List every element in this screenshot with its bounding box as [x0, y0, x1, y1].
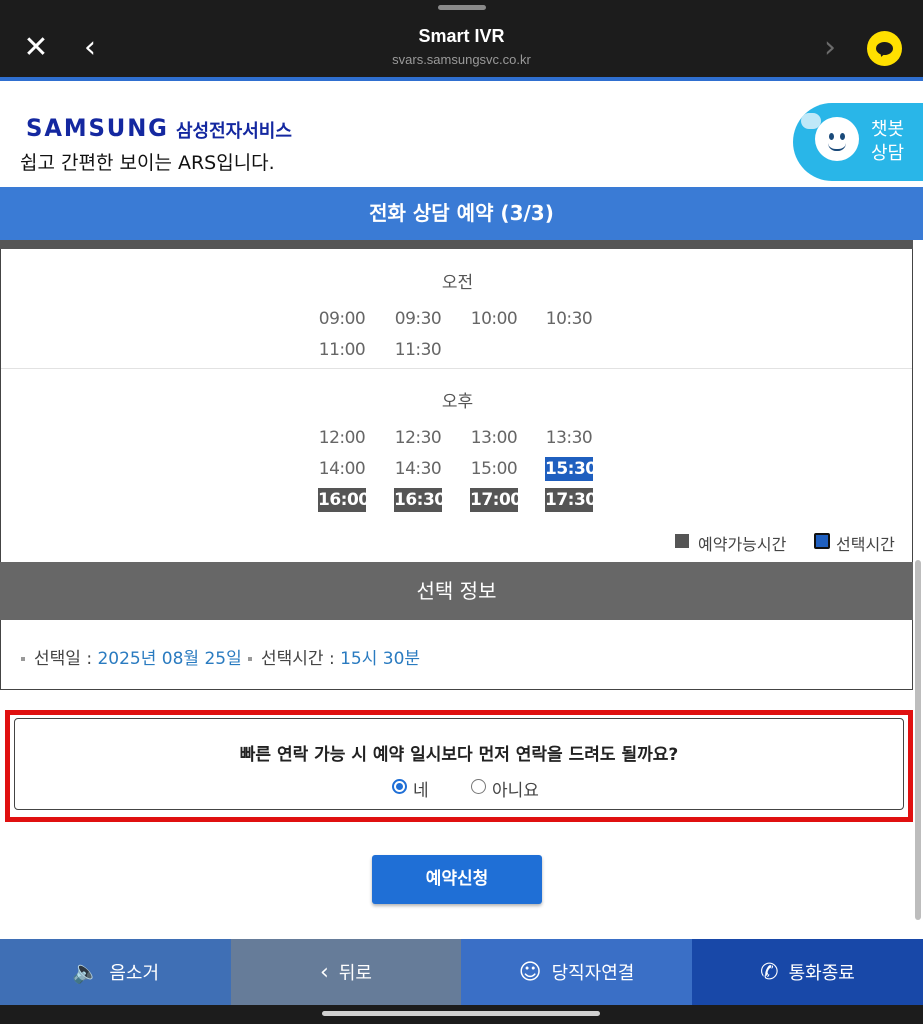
- early-contact-question-highlight: 빠른 연락 가능 시 예약 일시보다 먼저 연락을 드려도 될까요? 네 아니요: [5, 710, 913, 822]
- mute-button[interactable]: 🔈 음소거: [0, 939, 231, 1005]
- end-call-label: 통화종료: [788, 963, 855, 984]
- time-slot-1030: 10:30: [545, 309, 593, 329]
- yes-label: 네: [413, 781, 429, 801]
- section-title: 전화 상담 예약 (3/3): [0, 187, 923, 240]
- agent-icon: ☺: [518, 959, 542, 985]
- bottom-action-bar: 🔈 음소거 ‹ 뒤로 ☺ 당직자연결 ✆ 통화종료: [0, 939, 923, 1005]
- pm-label: 오후: [441, 392, 474, 412]
- logo-subtitle: 삼성전자서비스: [176, 121, 292, 142]
- connect-agent-label: 당직자연결: [551, 963, 635, 984]
- bullet-icon: [21, 657, 25, 661]
- selection-info-panel: 선택일 : 2025년 08월 25일 선택시간 : 15시 30분: [0, 620, 913, 690]
- question-text: 빠른 연락 가능 시 예약 일시보다 먼저 연락을 드려도 될까요?: [239, 745, 679, 765]
- chevron-right-icon[interactable]: ›: [812, 30, 848, 66]
- am-label: 오전: [441, 273, 474, 293]
- time-slot-1230: 12:30: [394, 428, 442, 448]
- kakaotalk-icon[interactable]: [867, 31, 902, 66]
- tagline: 쉽고 간편한 보이는 ARS입니다.: [20, 152, 275, 174]
- chatbot-label: 챗봇 상담: [871, 119, 905, 164]
- early-contact-question-box: 빠른 연락 가능 시 예약 일시보다 먼저 연락을 드려도 될까요? 네 아니요: [14, 718, 904, 810]
- period-divider: [1, 368, 912, 369]
- time-slot-1600[interactable]: 16:00: [318, 488, 370, 512]
- browser-top-bar: ✕ ‹ Smart IVR svars.samsungsvc.co.kr ›: [0, 0, 923, 77]
- browser-title: Smart IVR: [418, 26, 505, 46]
- end-call-button[interactable]: ✆ 통화종료: [692, 939, 923, 1005]
- selected-date-value: 2025년 08월 25일: [97, 649, 242, 669]
- browser-url: svars.samsungsvc.co.kr: [392, 52, 531, 67]
- time-slot-1200: 12:00: [318, 428, 366, 448]
- connect-agent-button[interactable]: ☺ 당직자연결: [461, 939, 692, 1005]
- top-accent-line: [0, 77, 923, 81]
- selected-date: 선택일 : 2025년 08월 25일: [21, 644, 242, 669]
- back-button[interactable]: ‹ 뒤로: [231, 939, 461, 1005]
- hang-up-icon: ✆: [760, 959, 779, 985]
- time-slot-1430: 14:30: [394, 459, 442, 479]
- chatbot-face-icon: [815, 117, 859, 161]
- selected-time-value: 15시 30분: [340, 649, 421, 669]
- time-slot-0900: 09:00: [318, 309, 366, 329]
- radio-unchecked-icon[interactable]: [471, 779, 486, 794]
- time-slot-1000: 10:00: [470, 309, 518, 329]
- time-slot-1630[interactable]: 16:30: [394, 488, 446, 512]
- radio-checked-icon[interactable]: [392, 779, 407, 794]
- selected-time: 선택시간 : 15시 30분: [248, 644, 420, 669]
- selected-legend-swatch: [814, 533, 830, 549]
- legend-selected: 선택시간: [836, 535, 895, 554]
- sheet-grabber[interactable]: [438, 5, 486, 10]
- home-indicator[interactable]: [322, 1011, 600, 1016]
- time-slot-1530[interactable]: 15:30: [545, 457, 597, 481]
- scrollbar[interactable]: [915, 560, 921, 920]
- available-legend-swatch: [675, 534, 689, 548]
- back-label: 뒤로: [338, 963, 372, 984]
- mute-label: 음소거: [109, 963, 160, 984]
- speaker-icon: 🔈: [71, 959, 100, 985]
- divider: [0, 240, 913, 249]
- bullet-icon: [248, 657, 252, 661]
- time-slot-1730[interactable]: 17:30: [545, 488, 597, 512]
- time-slot-1400: 14:00: [318, 459, 366, 479]
- reservation-submit-button[interactable]: 예약신청: [372, 855, 542, 904]
- time-slot-1130: 11:30: [394, 340, 442, 360]
- time-slot-1330: 13:30: [545, 428, 593, 448]
- time-slot-1300: 13:00: [470, 428, 518, 448]
- selected-time-label: 선택시간 :: [261, 649, 341, 669]
- no-label: 아니요: [492, 781, 539, 801]
- legend-available: 예약가능시간: [698, 535, 787, 554]
- selected-date-label: 선택일 :: [34, 649, 98, 669]
- time-slot-1100: 11:00: [318, 340, 366, 360]
- chatbot-button[interactable]: 챗봇 상담: [793, 103, 923, 181]
- selection-info-header: 선택 정보: [0, 562, 913, 620]
- time-slot-1700[interactable]: 17:00: [470, 488, 522, 512]
- chevron-left-icon: ‹: [320, 959, 329, 985]
- time-slot-panel: 오전 09:00 09:30 10:00 10:30 11:00 11:30 오후 12:…: [0, 249, 913, 562]
- time-slot-1500: 15:00: [470, 459, 518, 479]
- samsung-logo: SAMSUNG: [26, 114, 169, 142]
- time-slot-0930: 09:30: [394, 309, 442, 329]
